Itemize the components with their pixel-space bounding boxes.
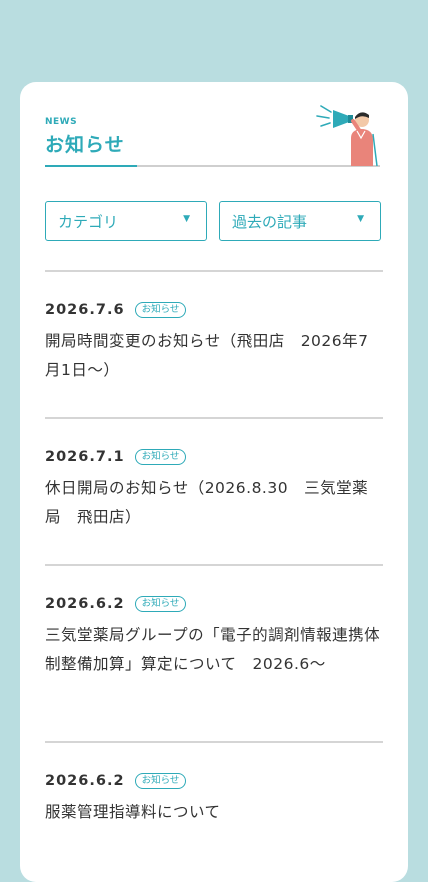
news-card: NEWS お知らせ カテゴリ ▼ 過去の記事 ▼ 2026.7.6 お知らせ 開…: [20, 82, 408, 882]
item-title[interactable]: 服薬管理指導料について: [45, 798, 383, 827]
list-item[interactable]: 2026.6.2 お知らせ 三気堂薬局グループの「電子的調剤情報連携体制整備加算…: [45, 566, 383, 741]
category-select[interactable]: カテゴリ ▼: [45, 201, 207, 241]
news-list: 2026.7.6 お知らせ 開局時間変更のお知らせ（飛田店 2026年7月1日～…: [45, 270, 383, 850]
archive-select-label: 過去の記事: [232, 213, 308, 231]
list-item[interactable]: 2026.7.6 お知らせ 開局時間変更のお知らせ（飛田店 2026年7月1日～…: [45, 272, 383, 417]
megaphone-person-icon: [316, 105, 378, 166]
chevron-down-icon: ▼: [357, 214, 364, 224]
news-header: NEWS お知らせ: [45, 82, 383, 172]
news-label: NEWS: [45, 117, 78, 127]
list-item[interactable]: 2026.7.1 お知らせ 休日開局のお知らせ（2026.8.30 三気堂薬局 …: [45, 419, 383, 564]
filter-bar: カテゴリ ▼ 過去の記事 ▼: [45, 201, 383, 243]
item-date: 2026.7.1: [45, 449, 125, 465]
category-badge: お知らせ: [134, 596, 187, 612]
item-title[interactable]: 開局時間変更のお知らせ（飛田店 2026年7月1日～）: [45, 327, 383, 385]
item-meta: 2026.7.1 お知らせ: [45, 446, 383, 468]
archive-select[interactable]: 過去の記事 ▼: [219, 201, 381, 241]
item-date: 2026.6.2: [45, 596, 125, 612]
item-title[interactable]: 三気堂薬局グループの「電子的調剤情報連携体制整備加算」算定について 2026.6…: [45, 621, 383, 679]
item-date: 2026.7.6: [45, 302, 125, 318]
item-meta: 2026.6.2 お知らせ: [45, 770, 383, 792]
item-meta: 2026.6.2 お知らせ: [45, 593, 383, 615]
title-divider-accent: [45, 165, 137, 167]
item-meta: 2026.7.6 お知らせ: [45, 299, 383, 321]
page-title: お知らせ: [45, 134, 125, 156]
chevron-down-icon: ▼: [183, 214, 190, 224]
category-badge: お知らせ: [134, 449, 187, 465]
item-title[interactable]: 休日開局のお知らせ（2026.8.30 三気堂薬局 飛田店）: [45, 474, 383, 532]
category-badge: お知らせ: [134, 302, 187, 318]
category-select-label: カテゴリ: [58, 213, 119, 231]
item-date: 2026.6.2: [45, 773, 125, 789]
category-badge: お知らせ: [134, 773, 187, 789]
